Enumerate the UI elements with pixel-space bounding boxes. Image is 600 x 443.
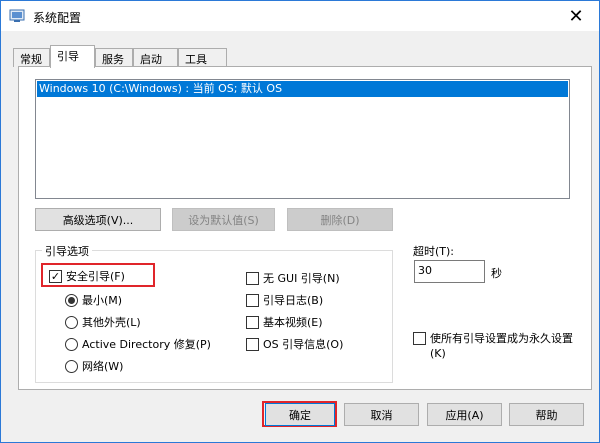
boot-log-label: 引导日志(B)	[263, 294, 324, 307]
tab-boot[interactable]: 引导	[50, 45, 95, 68]
radio-alternate-shell[interactable]: 其他外壳(L)	[65, 314, 141, 330]
radio-minimal[interactable]: 最小(M)	[65, 292, 122, 308]
no-gui-boot-label: 无 GUI 引导(N)	[263, 272, 340, 285]
delete-button[interactable]: 删除(D)	[287, 208, 393, 231]
boot-log-checkbox[interactable]: 引导日志(B)	[246, 292, 323, 308]
apply-button[interactable]: 应用(A)	[427, 403, 502, 426]
tab-startup[interactable]: 启动	[133, 48, 178, 67]
timeout-unit: 秒	[491, 267, 502, 280]
system-config-window: 系统配置 ✕ 常规 引导 服务 启动 工具 Windows 10 (C:\Win…	[0, 0, 600, 443]
checkbox-icon	[246, 293, 259, 307]
timeout-label: 超时(T):	[413, 245, 455, 258]
make-permanent-checkbox[interactable]: 使所有引导设置成为永久设置 (K)	[413, 332, 573, 361]
make-permanent-label-line2: (K)	[430, 347, 446, 360]
set-default-button[interactable]: 设为默认值(S)	[172, 208, 275, 231]
tab-services[interactable]: 服务	[95, 48, 133, 67]
advanced-options-button[interactable]: 高级选项(V)...	[35, 208, 161, 231]
safe-boot-label: 安全引导(F)	[66, 270, 125, 283]
os-list-item[interactable]: Windows 10 (C:\Windows) : 当前 OS; 默认 OS	[37, 81, 568, 97]
boot-tab-panel: Windows 10 (C:\Windows) : 当前 OS; 默认 OS 高…	[18, 66, 592, 390]
help-button[interactable]: 帮助	[509, 403, 584, 426]
title-bar[interactable]: 系统配置 ✕	[1, 1, 599, 31]
radio-network-label: 网络(W)	[82, 360, 124, 373]
radio-icon	[65, 359, 78, 373]
radio-ad-repair[interactable]: Active Directory 修复(P)	[65, 336, 211, 352]
radio-ad-repair-label: Active Directory 修复(P)	[82, 338, 211, 351]
close-button[interactable]: ✕	[553, 1, 599, 31]
timeout-input[interactable]: 30	[414, 260, 485, 283]
close-icon: ✕	[568, 5, 584, 27]
system-config-icon	[9, 9, 25, 22]
base-video-label: 基本视频(E)	[263, 316, 323, 329]
boot-options-group: 引导选项 ✓ 安全引导(F) 最小(M) 其他外壳(L) Active Dire…	[35, 243, 393, 383]
make-permanent-label: 使所有引导设置成为永久设置 (K)	[430, 331, 573, 361]
radio-icon	[65, 337, 78, 351]
radio-network[interactable]: 网络(W)	[65, 358, 123, 374]
window-title: 系统配置	[33, 11, 82, 25]
tab-general[interactable]: 常规	[13, 48, 50, 67]
make-permanent-label-line1: 使所有引导设置成为永久设置	[430, 332, 573, 345]
checkbox-checked-icon: ✓	[49, 269, 62, 283]
checkbox-icon	[246, 315, 259, 329]
base-video-checkbox[interactable]: 基本视频(E)	[246, 314, 323, 330]
checkbox-icon	[246, 271, 259, 285]
ok-button[interactable]: 确定	[265, 403, 335, 426]
tab-tools[interactable]: 工具	[178, 48, 227, 67]
radio-alternate-shell-label: 其他外壳(L)	[82, 316, 141, 329]
checkbox-icon	[413, 332, 426, 345]
radio-minimal-label: 最小(M)	[82, 294, 123, 307]
os-boot-info-label: OS 引导信息(O)	[263, 338, 344, 351]
cancel-button[interactable]: 取消	[344, 403, 419, 426]
os-boot-info-checkbox[interactable]: OS 引导信息(O)	[246, 336, 343, 352]
radio-icon	[65, 315, 78, 329]
safe-boot-checkbox[interactable]: ✓ 安全引导(F)	[49, 268, 125, 284]
os-list[interactable]: Windows 10 (C:\Windows) : 当前 OS; 默认 OS	[35, 79, 570, 199]
boot-options-title: 引导选项	[42, 243, 92, 259]
radio-selected-icon	[65, 293, 78, 307]
no-gui-boot-checkbox[interactable]: 无 GUI 引导(N)	[246, 270, 340, 286]
checkbox-icon	[246, 337, 259, 351]
